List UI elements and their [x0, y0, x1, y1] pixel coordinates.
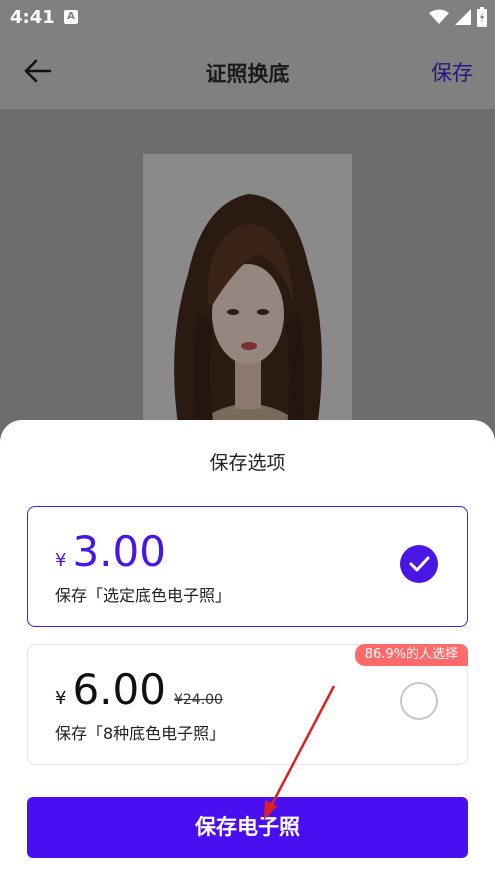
save-options-sheet: 保存选项 ¥ 3.00 保存「选定底色电子照」 86.9%的人选择 ¥ 6.00…: [0, 420, 495, 880]
status-bar: 4:41 A: [0, 0, 495, 34]
original-price: ¥24.00: [173, 692, 223, 708]
save-button[interactable]: 保存: [431, 57, 473, 87]
screen: 4:41 A 证照换底 保存 保存选项 ¥ 3.00 保存「选定底色电子照」 8…: [0, 0, 495, 880]
option-selected-color[interactable]: ¥ 3.00 保存「选定底色电子照」: [27, 506, 468, 627]
price-amount: 6.00: [72, 665, 166, 714]
app-bar: 证照换底 保存: [0, 34, 495, 109]
currency-symbol: ¥: [55, 550, 67, 571]
save-photo-button[interactable]: 保存电子照: [27, 797, 468, 858]
status-icons: [429, 6, 487, 28]
price-amount: 3.00: [72, 527, 166, 576]
sheet-title: 保存选项: [209, 452, 286, 474]
portrait-photo: [143, 154, 352, 454]
wifi-icon: [429, 9, 449, 24]
portrait-illustration: [143, 154, 352, 454]
popular-badge: 86.9%的人选择: [354, 644, 468, 666]
battery-icon: [477, 7, 487, 27]
notification-icon: A: [64, 10, 78, 24]
option-eight-colors[interactable]: 86.9%的人选择 ¥ 6.00 ¥24.00 保存「8种底色电子照」: [27, 644, 468, 765]
status-time: 4:41: [10, 7, 55, 28]
option-description: 保存「8种底色电子照」: [55, 724, 226, 743]
radio-unchecked-icon[interactable]: [400, 682, 438, 720]
currency-symbol: ¥: [55, 688, 67, 709]
check-icon: [400, 545, 438, 583]
price-row: ¥ 6.00 ¥24.00: [55, 667, 223, 713]
price-row: ¥ 3.00: [55, 529, 166, 575]
signal-icon: [455, 9, 471, 25]
option-description: 保存「选定底色电子照」: [55, 586, 232, 605]
page-title: 证照换底: [205, 62, 290, 86]
